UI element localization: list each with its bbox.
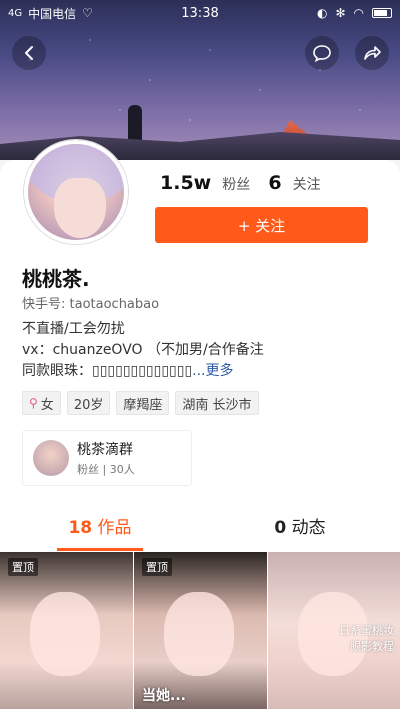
chat-bubble-icon: [313, 45, 331, 63]
profile-avatar[interactable]: [24, 140, 128, 244]
profile-bio: 不直播/工会勿扰 vx：chuanzeOVO （不加男/合作备注 同款眼珠：▯▯…: [22, 319, 264, 382]
clock: 13:38: [181, 5, 219, 21]
following-label: 关注: [292, 177, 321, 193]
tab-works[interactable]: 18 作品: [0, 508, 200, 552]
tab-label: 动态: [291, 518, 326, 538]
profile-stats: 1.5w 粉丝 6 关注: [160, 172, 321, 194]
profile-tags: ⚲ 女 20岁 摩羯座 湖南 长沙市: [22, 391, 259, 415]
share-button[interactable]: [355, 36, 389, 70]
tag-label: 湖南 长沙市: [182, 397, 252, 413]
zodiac-tag: 摩羯座: [116, 391, 170, 415]
profile-tabs: 18 作品 0 动态: [0, 508, 400, 552]
tab-moments[interactable]: 0 动态: [200, 508, 400, 552]
bio-more-link[interactable]: ...更多: [192, 363, 233, 379]
active-tab-indicator: [57, 548, 143, 551]
gender-tag: ⚲ 女: [22, 391, 61, 415]
profile-name: 桃桃茶.: [22, 267, 90, 291]
back-button[interactable]: [12, 36, 46, 70]
location-tag: 湖南 长沙市: [175, 391, 259, 415]
chat-button[interactable]: [305, 36, 339, 70]
avatar-face: [54, 178, 106, 238]
video-thumbnail[interactable]: 置顶: [0, 552, 133, 709]
following-stat[interactable]: 6 关注: [268, 172, 320, 194]
bio-line: 同款眼珠：▯▯▯▯▯▯▯▯▯▯▯▯▯: [22, 363, 193, 379]
thumbnail-face: [164, 592, 234, 676]
pinned-badge: 置顶: [142, 558, 172, 576]
share-arrow-icon: [364, 46, 381, 60]
back-arrow-icon: [25, 46, 33, 60]
tag-label: 女: [40, 397, 54, 413]
follow-label: + 关注: [237, 216, 286, 235]
tab-label: 作品: [97, 518, 132, 538]
tab-count: 0: [274, 518, 287, 538]
followers-count: 1.5w: [160, 172, 212, 194]
group-title: 桃茶滴群: [77, 442, 133, 458]
status-bar: 4G 中国电信 ♡ 13:38 ◐ ✻ ◠: [0, 0, 400, 26]
video-thumbnail[interactable]: 置顶 当她...: [134, 552, 267, 709]
thumbnail-subtitle: 当她...: [142, 688, 186, 704]
age-tag: 20岁: [66, 391, 111, 415]
battery-icon: [372, 8, 392, 18]
kuaishou-id[interactable]: 快手号: taotaochabao: [22, 293, 159, 312]
followers-stat[interactable]: 1.5w 粉丝: [160, 172, 250, 194]
followers-label: 粉丝: [222, 177, 251, 193]
tag-label: 摩羯座: [123, 397, 163, 413]
bio-line: vx：chuanzeOVO （不加男/合作备注: [22, 342, 264, 358]
bio-line: 不直播/工会勿扰: [22, 321, 125, 337]
following-count: 6: [268, 172, 282, 194]
thumbnail-caption: 日系蜜桃妆 眼影教程: [339, 624, 394, 653]
pinned-badge: 置顶: [8, 558, 38, 576]
female-icon: ⚲: [29, 396, 38, 410]
group-avatar: [33, 440, 69, 476]
works-grid: 置顶 置顶 当她... 日系蜜桃妆 眼影教程: [0, 552, 400, 709]
video-thumbnail[interactable]: 日系蜜桃妆 眼影教程: [268, 552, 400, 709]
fan-group-card[interactable]: 桃茶滴群 粉丝 | 30人: [22, 430, 192, 486]
tab-count: 18: [68, 518, 93, 538]
thumbnail-face: [30, 592, 100, 676]
tag-label: 20岁: [73, 397, 104, 413]
group-subtitle: 粉丝 | 30人: [77, 463, 135, 476]
follow-button[interactable]: + 关注: [155, 207, 368, 243]
